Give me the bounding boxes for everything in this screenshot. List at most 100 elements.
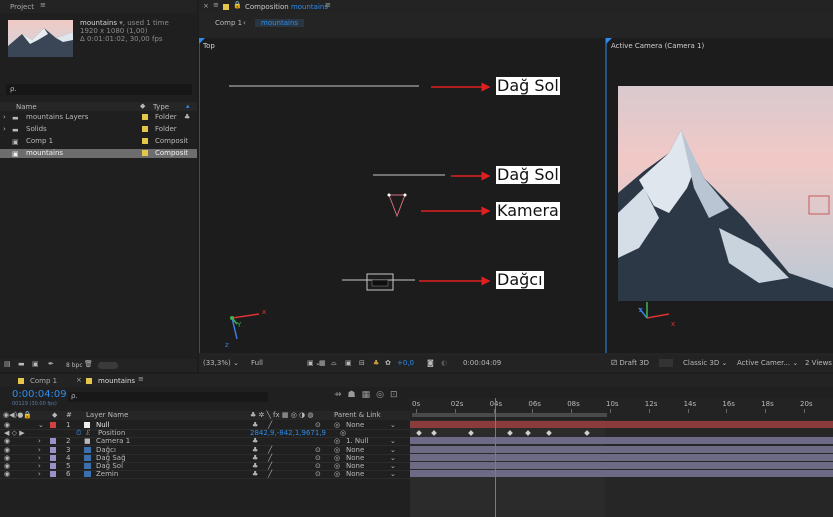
keyframe-icon[interactable] (431, 430, 437, 437)
interpret-footage-icon[interactable]: ▤ (4, 360, 11, 368)
chevron-right-icon[interactable]: › (38, 437, 41, 445)
camera-dropdown[interactable]: Active Camer... ⌄ (737, 356, 798, 370)
work-area-bar[interactable] (412, 413, 607, 417)
label-color-swatch[interactable] (50, 471, 56, 478)
shy-switch-icon[interactable]: ♣ (252, 421, 258, 429)
quality-switch-icon[interactable]: ╱ (268, 462, 272, 470)
mask-visibility-icon[interactable]: ⌓ (331, 356, 337, 370)
pick-whip-icon[interactable]: ◎ (334, 421, 340, 429)
chevron-right-icon[interactable]: › (38, 454, 41, 462)
show-snapshot-icon[interactable]: ◐ (441, 356, 447, 370)
draft-3d-icon[interactable]: ⇸ (334, 390, 348, 400)
pick-whip-icon[interactable]: ◎ (340, 429, 346, 437)
3d-layer-icon[interactable]: ⊙ (315, 462, 321, 470)
visibility-eye-icon[interactable]: ◉ (4, 470, 10, 478)
3d-layer-icon[interactable]: ⊙ (315, 454, 321, 462)
3d-layer-icon[interactable]: ⊙ (315, 470, 321, 478)
chevron-down-icon[interactable]: ⌄ (390, 470, 396, 478)
chevron-down-icon[interactable]: ⌄ (38, 421, 44, 429)
layer-duration-bar[interactable] (410, 437, 833, 445)
close-icon[interactable]: × (203, 2, 209, 10)
layer-row[interactable]: ◉ › 6 Zemin ♣ ╱ ⊙ ◎ None ⌄ (0, 470, 410, 480)
flowchart-toggle[interactable] (98, 362, 118, 369)
project-search-input[interactable]: ρ. (6, 84, 192, 95)
pick-whip-icon[interactable]: ◎ (334, 437, 340, 445)
visibility-eye-icon[interactable]: ◉ (4, 437, 10, 445)
renderer-mode-dropdown[interactable]: Classic 3D ⌄ (683, 356, 727, 370)
label-color-swatch[interactable] (142, 126, 148, 132)
views-dropdown[interactable]: 2 Views (805, 356, 832, 370)
lock-icon[interactable]: 🔒 (233, 1, 242, 9)
project-item[interactable]: › ▬ Solids Folder (0, 125, 197, 134)
exposure-value[interactable]: +0,0 (397, 356, 414, 370)
col-name-header[interactable]: Name (16, 103, 37, 111)
current-time-indicator[interactable] (495, 398, 497, 517)
keyframe-icon[interactable] (584, 430, 590, 437)
layer-name[interactable]: Null (96, 421, 110, 429)
shy-switch-icon[interactable]: ♣ (252, 462, 258, 470)
layer-duration-bar[interactable] (410, 462, 833, 469)
3d-layer-icon[interactable]: ⊙ (315, 446, 321, 454)
quality-switch-icon[interactable]: ╱ (268, 454, 272, 462)
label-color-swatch[interactable] (142, 150, 148, 156)
timeline-search-input[interactable]: ρ. (68, 392, 268, 402)
bit-depth-label[interactable]: 8 bpc (66, 362, 83, 369)
camera-top-icon[interactable] (388, 194, 406, 218)
layer-name[interactable]: Camera 1 (96, 437, 130, 445)
timeline-timecode[interactable]: 0:00:04:09 (12, 389, 67, 400)
visibility-eye-icon[interactable]: ◉ (4, 462, 10, 470)
keyframe-icon[interactable] (507, 430, 513, 437)
shy-switch-icon[interactable]: ♣ (252, 437, 258, 445)
hamburger-icon[interactable]: ≡ (40, 1, 46, 9)
chevron-right-icon[interactable]: › (38, 470, 41, 478)
label-color-swatch[interactable] (50, 438, 56, 445)
shy-switch-icon[interactable]: ♣ (252, 454, 258, 462)
new-folder-icon[interactable]: ▬ (18, 360, 25, 368)
transparency-grid-icon[interactable]: ▦ (319, 356, 326, 370)
label-color-swatch[interactable] (50, 422, 56, 428)
col-parent-link[interactable]: Parent & Link (334, 411, 381, 420)
shy-switch-icon[interactable]: ♣ (252, 470, 258, 478)
project-tab[interactable]: Project (10, 3, 34, 11)
chevron-right-icon[interactable]: › (3, 125, 6, 134)
color-management-icon[interactable]: ♣ (373, 356, 379, 370)
pick-whip-icon[interactable]: ◎ (334, 454, 340, 462)
zoom-dropdown[interactable]: (33,3%) ⌄ (203, 356, 239, 370)
channels-icon[interactable]: ⊟ (359, 356, 365, 370)
keyframe-icon[interactable] (468, 430, 474, 437)
chevron-right-icon[interactable]: › (38, 462, 41, 470)
col-layer-name[interactable]: Layer Name (86, 411, 128, 420)
keyframe-icon[interactable] (525, 430, 531, 437)
layer-name[interactable]: Dağ Sağ (96, 454, 126, 462)
parent-dropdown[interactable]: None (346, 462, 364, 470)
position-value[interactable]: 2842,9,-842,1,9671,9 (250, 429, 326, 437)
project-item[interactable]: ▣ Comp 1 Composit (0, 137, 197, 146)
label-color-swatch[interactable] (50, 463, 56, 469)
layer-duration-bar[interactable] (410, 421, 833, 428)
new-composition-icon[interactable]: ▣ (32, 360, 39, 368)
motion-blur-icon[interactable]: ◎ (376, 390, 390, 400)
breadcrumb-comp-1[interactable]: Comp 1 (215, 19, 242, 27)
snapshot-icon[interactable]: ◙ (427, 356, 434, 370)
keyframe-icon[interactable] (546, 430, 552, 437)
label-color-swatch[interactable] (142, 114, 148, 120)
close-icon[interactable]: × (76, 376, 82, 384)
parent-dropdown[interactable]: 1. Null (346, 437, 368, 445)
chevron-down-icon[interactable]: ⌄ (390, 437, 396, 445)
visibility-eye-icon[interactable]: ◉ (4, 446, 10, 454)
layer-name[interactable]: Zemin (96, 470, 118, 478)
chevron-right-icon[interactable]: › (3, 113, 6, 122)
keyframe-nav-icon[interactable]: ◀ ◇ ▶ (4, 429, 25, 437)
layer-name[interactable]: Dağcı (96, 446, 116, 454)
frame-blending-icon[interactable]: ▦ (362, 390, 377, 400)
pen-icon[interactable]: ✒ (48, 360, 54, 368)
layer-duration-bar[interactable] (410, 470, 833, 478)
quality-switch-icon[interactable]: ╱ (268, 470, 272, 478)
quality-switch-icon[interactable]: ╱ (268, 421, 272, 429)
chevron-right-icon[interactable]: › (38, 446, 41, 454)
label-color-swatch[interactable] (50, 454, 56, 461)
breadcrumb-mountains[interactable]: mountains (255, 19, 305, 27)
3d-layer-icon[interactable]: ⊙ (315, 421, 321, 429)
pick-whip-icon[interactable]: ◎ (334, 470, 340, 478)
chevron-down-icon[interactable]: ⌄ (390, 454, 396, 462)
